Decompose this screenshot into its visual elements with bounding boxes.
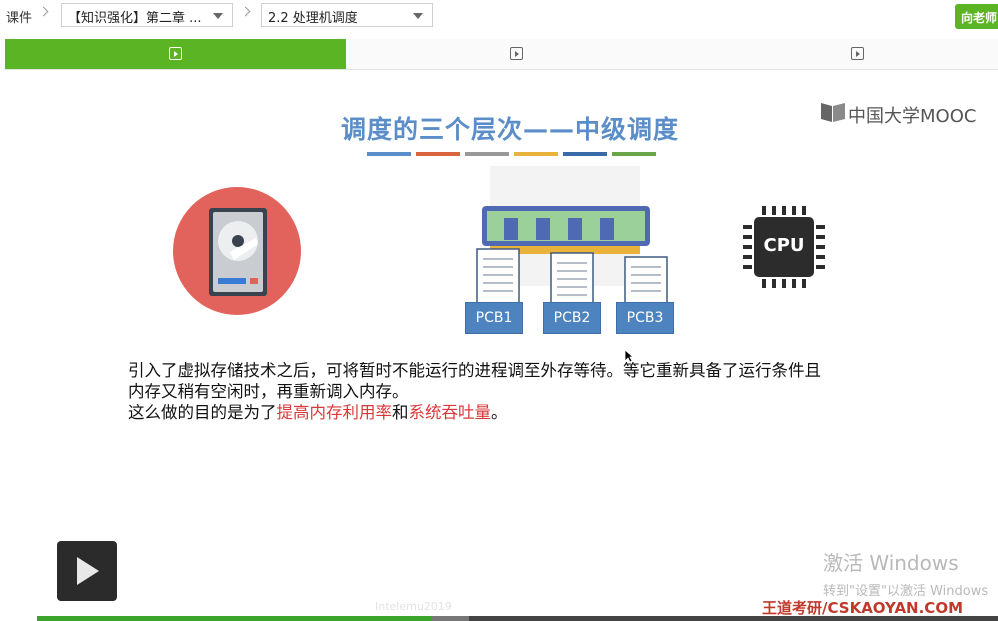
- tab-video-3[interactable]: [687, 39, 998, 69]
- breadcrumb-root[interactable]: 课件: [6, 7, 32, 26]
- video-buffer-bar: [431, 616, 469, 621]
- play-square-icon: [509, 47, 523, 60]
- chevron-down-icon: [213, 13, 223, 19]
- play-square-icon: [168, 47, 182, 60]
- ask-teacher-button[interactable]: 向老师: [955, 4, 998, 29]
- activate-windows-notice: 激活 Windows 转到"设置"以激活 Windows: [823, 547, 998, 599]
- video-play-button[interactable]: [57, 541, 117, 601]
- body-line-3: 这么做的目的是为了提高内存利用率和系统吞吐量。: [128, 402, 908, 423]
- cskaoyan-watermark: 王道考研/CSKAOYAN.COM: [762, 599, 963, 617]
- pcb2-label: PCB2: [543, 302, 601, 334]
- body-line-3-mid: 和: [392, 403, 409, 422]
- video-progress-fill: [37, 616, 431, 621]
- cpu-icon: CPU: [740, 204, 830, 290]
- unit-tabs: [5, 39, 998, 70]
- top-bar: 课件 【知识强化】第二章 ... 2.2 处理机调度 向老师: [0, 0, 998, 34]
- slide-title: 调度的三个层次——中级调度: [340, 115, 679, 144]
- cpu-label: CPU: [763, 235, 805, 256]
- title-underline-segment: [612, 152, 656, 156]
- lesson-select-value: 2.2 处理机调度: [268, 11, 358, 26]
- title-underline-segment: [367, 152, 411, 156]
- pcb1-label: PCB1: [465, 302, 523, 334]
- body-line-3-prefix: 这么做的目的是为了: [128, 403, 277, 422]
- highlight-memory-utilization: 提高内存利用率: [276, 403, 393, 422]
- title-underline-segment: [514, 152, 558, 156]
- body-line-2: 内存又稍有空闲时，再重新调入内存。: [128, 382, 409, 401]
- video-progress-bar[interactable]: [37, 616, 998, 621]
- slide-body-text: 引入了虚拟存储技术之后，可将暂时不能运行的进程调至外存等待。等它重新具备了运行条…: [128, 360, 908, 423]
- title-underline-segment: [416, 152, 460, 156]
- activate-windows-title: 激活 Windows: [823, 551, 959, 575]
- lesson-select[interactable]: 2.2 处理机调度: [261, 3, 433, 27]
- body-line-1: 引入了虚拟存储技术之后，可将暂时不能运行的进程调至外存等待。等它重新具备了运行条…: [128, 361, 821, 380]
- highlight-throughput: 系统吞吐量: [408, 403, 492, 422]
- title-underline-segment: [563, 152, 607, 156]
- mooc-logo-icon: [821, 103, 845, 122]
- body-line-3-suffix: 。: [491, 403, 508, 422]
- tab-video-2[interactable]: [346, 39, 687, 69]
- mouse-cursor-icon: [624, 349, 634, 363]
- chevron-right-icon: [38, 6, 49, 17]
- title-underline-segment: [465, 152, 509, 156]
- chapter-select[interactable]: 【知识强化】第二章 ...: [61, 3, 233, 27]
- tab-video-1[interactable]: [5, 39, 346, 69]
- mooc-logo-text: 中国大学MOOC: [848, 106, 977, 127]
- chapter-select-value: 【知识强化】第二章 ...: [68, 11, 202, 26]
- chevron-down-icon: [413, 13, 423, 19]
- pcb3-label: PCB3: [616, 302, 674, 334]
- faint-overlay-text: Intelemu2019: [375, 600, 452, 613]
- mooc-logo: 中国大学MOOC: [820, 100, 976, 127]
- chevron-right-icon: [240, 6, 251, 17]
- hard-disk-icon: [173, 187, 301, 315]
- pcb-documents-icon: [476, 248, 668, 304]
- play-square-icon: [850, 47, 864, 60]
